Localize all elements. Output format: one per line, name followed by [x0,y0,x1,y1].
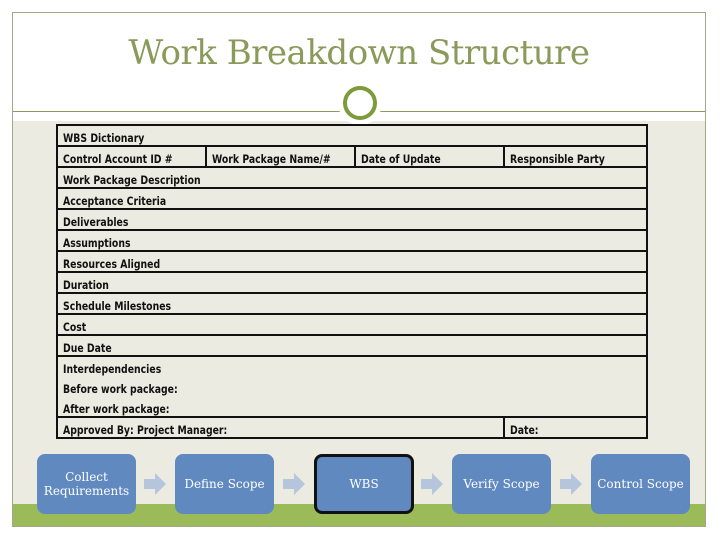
step-control-scope[interactable]: Control Scope [591,454,690,514]
step-verify-scope[interactable]: Verify Scope [452,454,551,514]
table-row: Cost [56,313,648,336]
after-row: After work package: [56,396,648,417]
step-define-scope[interactable]: Define Scope [175,454,274,514]
assumptions-cell[interactable]: Assumptions [56,229,648,252]
responsible-party-cell[interactable]: Responsible Party [503,145,648,168]
after-work-package-cell[interactable]: After work package: [56,396,648,417]
table-header-cell: WBS Dictionary [56,124,648,147]
approval-date-cell[interactable]: Date: [503,416,648,439]
due-date-cell[interactable]: Due Date [56,334,648,357]
interdependencies-row: Interdependencies [56,355,648,376]
right-arrow-icon [144,473,166,495]
cost-cell[interactable]: Cost [56,313,648,336]
right-arrow-icon [560,473,582,495]
acceptance-criteria-cell[interactable]: Acceptance Criteria [56,187,648,210]
circle-ornament-icon [338,81,382,125]
slide-title: Work Breakdown Structure [128,33,590,73]
table-row: Due Date [56,334,648,357]
approved-by-cell[interactable]: Approved By: Project Manager: [56,416,505,439]
control-account-id-cell[interactable]: Control Account ID # [56,145,207,168]
approval-row: Approved By: Project Manager: Date: [56,416,648,439]
table-row: Work Package Description [56,166,648,189]
step-wbs[interactable]: WBS [314,454,414,514]
table-row: Resources Aligned [56,250,648,273]
right-arrow-icon [421,473,443,495]
before-work-package-cell[interactable]: Before work package: [56,376,648,396]
right-arrow-icon [283,473,305,495]
step-collect-requirements[interactable]: Collect Requirements [37,454,136,514]
table-header-row: WBS Dictionary [56,124,648,147]
column-row: Control Account ID # Work Package Name/#… [56,145,648,168]
slide: Work Breakdown Structure WBS Dictionary … [12,12,706,527]
process-flow: Collect Requirements Define Scope WBS Ve… [13,454,705,516]
table-row: Assumptions [56,229,648,252]
resources-aligned-cell[interactable]: Resources Aligned [56,250,648,273]
work-package-name-cell[interactable]: Work Package Name/# [205,145,356,168]
table-row: Acceptance Criteria [56,187,648,210]
schedule-milestones-cell[interactable]: Schedule Milestones [56,292,648,315]
table-row: Duration [56,271,648,294]
wbs-dictionary-table: WBS Dictionary Control Account ID # Work… [56,124,648,439]
table-row: Deliverables [56,208,648,231]
duration-cell[interactable]: Duration [56,271,648,294]
work-package-description-cell[interactable]: Work Package Description [56,166,648,189]
deliverables-cell[interactable]: Deliverables [56,208,648,231]
interdependencies-cell[interactable]: Interdependencies [56,355,648,376]
date-of-update-cell[interactable]: Date of Update [354,145,505,168]
before-row: Before work package: [56,376,648,396]
table-row: Schedule Milestones [56,292,648,315]
